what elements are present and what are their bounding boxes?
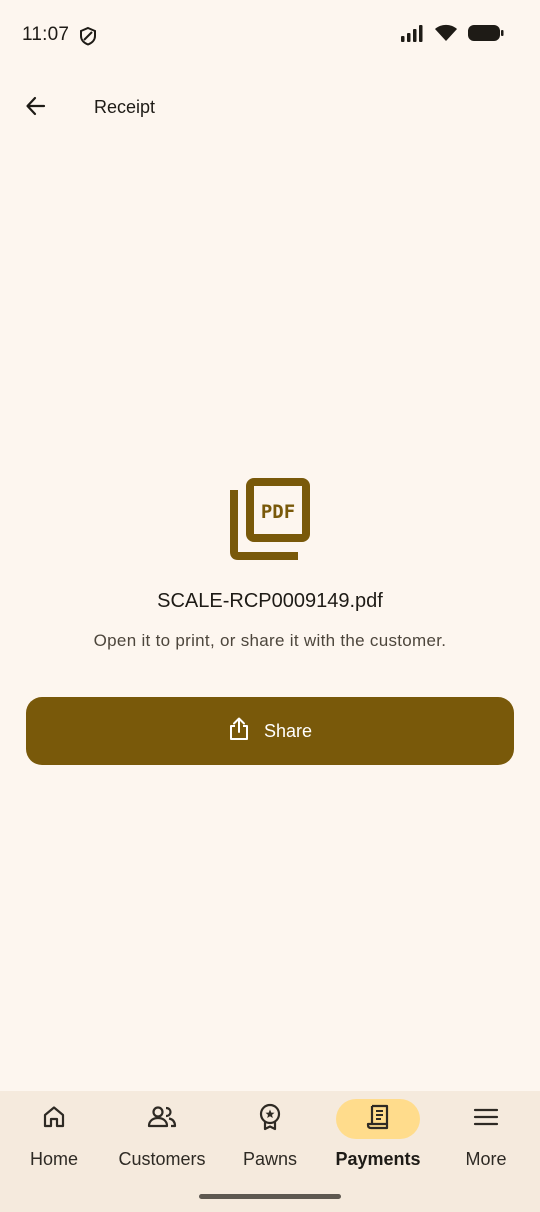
app-bar: Receipt: [0, 76, 540, 140]
arrow-left-icon: [24, 94, 48, 123]
share-icon: [228, 717, 250, 746]
pdf-file-icon: PDF: [228, 476, 312, 560]
share-button[interactable]: Share: [26, 697, 514, 765]
wifi-icon: [434, 24, 458, 47]
home-icon: [41, 1104, 67, 1135]
file-name: SCALE-RCP0009149.pdf: [157, 590, 383, 612]
active-indicator: [336, 1099, 420, 1139]
nav-label-more: More: [465, 1149, 507, 1169]
share-label: Share: [263, 720, 313, 741]
signal-icon: [400, 24, 424, 47]
pdf-icon-label: PDF: [261, 501, 295, 523]
nav-label-customers: Customers: [118, 1149, 206, 1169]
hint-text: Open it to print, or share it with the c…: [93, 631, 447, 650]
nav-label-home: Home: [29, 1149, 78, 1169]
nav-item-home[interactable]: Home: [0, 1091, 108, 1191]
people-icon: [146, 1104, 178, 1135]
menu-icon: [473, 1106, 499, 1133]
battery-icon: [468, 24, 504, 47]
nav-item-more[interactable]: More: [432, 1091, 540, 1191]
nav-label-payments: Payments: [335, 1149, 421, 1169]
receipt-icon: [365, 1103, 391, 1136]
shield-icon: [79, 26, 97, 46]
nav-label-pawns: Pawns: [242, 1149, 298, 1169]
status-time: 11:07: [22, 24, 70, 45]
status-bar: 11:07: [0, 0, 540, 70]
badge-icon: [257, 1103, 283, 1136]
nav-item-pawns[interactable]: Pawns: [216, 1091, 324, 1191]
back-button[interactable]: [14, 86, 58, 130]
nav-item-payments[interactable]: Payments: [324, 1091, 432, 1191]
page-title: Receipt: [94, 97, 156, 117]
gesture-handle[interactable]: [199, 1194, 341, 1199]
nav-item-customers[interactable]: Customers: [108, 1091, 216, 1191]
